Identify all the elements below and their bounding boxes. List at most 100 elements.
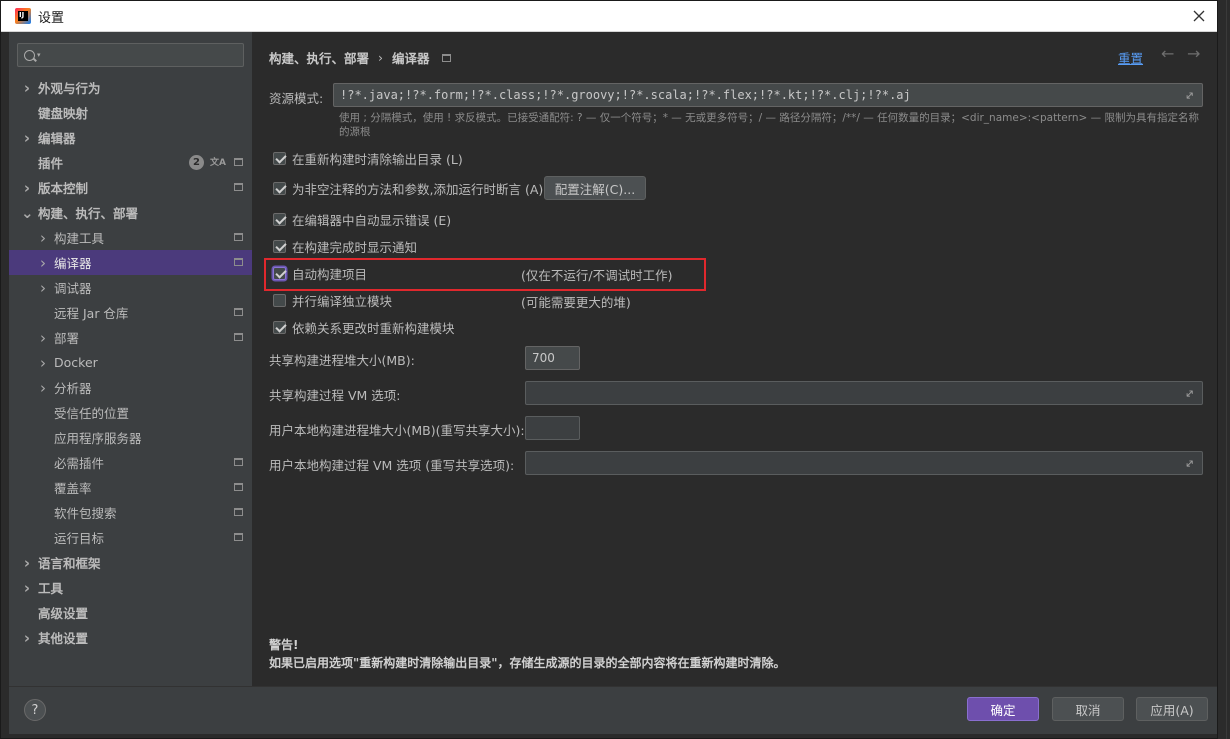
apply-button[interactable]: 应用(A) — [1136, 697, 1208, 721]
forward-arrow-icon[interactable]: → — [1187, 44, 1200, 63]
sidebar-item[interactable]: › 调试器 — [9, 275, 252, 300]
breadcrumb-parent[interactable]: 构建、执行、部署 — [269, 48, 369, 67]
vm-options-input[interactable] — [526, 382, 1202, 404]
user-heap-field[interactable] — [525, 416, 580, 440]
chevron-right-icon[interactable]: › — [21, 554, 33, 572]
chevron-right-icon[interactable]: › — [37, 279, 49, 297]
help-button[interactable]: ? — [24, 699, 46, 721]
user-vm-input[interactable] — [526, 452, 1202, 474]
project-scope-icon — [234, 183, 243, 191]
breadcrumb-separator: › — [378, 50, 384, 65]
chevron-right-icon[interactable]: › — [21, 579, 33, 597]
sidebar-item[interactable]: › 工具 — [9, 575, 252, 600]
add-assertions-option[interactable]: 为非空注释的方法和参数,添加运行时断言 (A) — [273, 178, 543, 198]
heap-size-input[interactable] — [526, 347, 579, 369]
sidebar-item[interactable]: 远程 Jar 仓库 — [9, 300, 252, 325]
ok-button[interactable]: 确定 — [967, 697, 1039, 721]
close-button[interactable] — [1187, 5, 1211, 27]
sidebar-item[interactable]: 应用程序服务器 — [9, 425, 252, 450]
sidebar-item[interactable]: › 语言和框架 — [9, 550, 252, 575]
clear-output-option[interactable]: 在重新构建时清除输出目录 (L) — [273, 148, 463, 168]
sidebar-item-label: 外观与行为 — [38, 81, 101, 96]
chevron-right-icon[interactable]: › — [37, 354, 49, 372]
show-notification-checkbox[interactable] — [273, 239, 286, 253]
sidebar-item-label: 语言和框架 — [38, 556, 101, 571]
sidebar-item[interactable]: › 外观与行为 — [9, 75, 252, 100]
project-scope-icon — [234, 308, 243, 316]
title-bar: IJ 设置 — [1, 1, 1217, 32]
sidebar-item[interactable]: › 分析器 — [9, 375, 252, 400]
sidebar-item[interactable]: › 部署 — [9, 325, 252, 350]
sidebar-item[interactable]: 必需插件 — [9, 450, 252, 475]
sidebar-item[interactable]: › 构建工具 — [9, 225, 252, 250]
search-dropdown-caret-icon[interactable]: ▾ — [37, 51, 41, 59]
parallel-compile-option[interactable]: 并行编译独立模块 — [273, 290, 392, 310]
vm-options-label: 共享构建过程 VM 选项: — [269, 388, 401, 403]
auto-build-label: 自动构建项目 — [292, 266, 368, 282]
breadcrumb-current: 编译器 — [392, 51, 430, 66]
vm-options-field[interactable]: ↔ — [525, 381, 1203, 405]
chevron-right-icon[interactable]: › — [21, 629, 33, 647]
chevron-right-icon[interactable]: › — [37, 254, 49, 272]
chevron-down-icon[interactable]: ⌄ — [21, 204, 34, 222]
search-input[interactable] — [46, 48, 243, 62]
project-scope-icon — [234, 508, 243, 516]
compiler-settings-panel: 构建、执行、部署 › 编译器 重置 ← → 资源模式: ↔ 使用 ; 分隔模式，… — [253, 32, 1217, 686]
auto-build-option[interactable]: 自动构建项目 — [273, 263, 367, 283]
project-scope-icon — [441, 53, 451, 62]
auto-show-errors-checkbox[interactable] — [273, 212, 286, 226]
sidebar-item[interactable]: › 其他设置 — [9, 625, 252, 650]
reset-link[interactable]: 重置 — [1118, 48, 1143, 67]
rebuild-on-deps-option[interactable]: 依赖关系更改时重新构建模块 — [273, 317, 455, 337]
sidebar-item-label: 版本控制 — [38, 181, 89, 196]
resource-patterns-hint: 使用 ; 分隔模式，使用 ! 求反模式。已接受通配符: ? — 仅一个符号；* … — [339, 112, 1200, 138]
add-assertions-checkbox[interactable] — [273, 181, 286, 195]
sidebar-item[interactable]: › 编辑器 — [9, 125, 252, 150]
show-notification-option[interactable]: 在构建完成时显示通知 — [273, 236, 417, 256]
sidebar-item-label: 编辑器 — [38, 131, 76, 146]
sidebar-item[interactable]: ⌄ 构建、执行、部署 — [9, 200, 252, 225]
add-assertions-label: 为非空注释的方法和参数,添加运行时断言 (A) — [292, 181, 544, 197]
background-divider — [1226, 0, 1227, 739]
sidebar-item-label: 构建、执行、部署 — [38, 206, 139, 221]
warning-text: 如果已启用选项"重新构建时清除输出目录"，存储生成源的目录的全部内容将在重新构建… — [269, 656, 786, 670]
sidebar-item[interactable]: 软件包搜索 — [9, 500, 252, 525]
sidebar-item[interactable]: 插件 2 文A — [9, 150, 252, 175]
sidebar-item-label: 调试器 — [54, 281, 92, 296]
sidebar-item-label: 应用程序服务器 — [54, 431, 142, 446]
sidebar-item[interactable]: 覆盖率 — [9, 475, 252, 500]
sidebar-item[interactable]: › 编译器 — [9, 250, 252, 275]
search-box[interactable]: ▾ — [17, 43, 244, 67]
chevron-right-icon[interactable]: › — [37, 329, 49, 347]
rebuild-on-deps-checkbox[interactable] — [273, 320, 286, 334]
auto-build-checkbox[interactable] — [273, 266, 286, 280]
user-vm-field[interactable]: ↔ — [525, 451, 1203, 475]
heap-size-field[interactable] — [525, 346, 580, 370]
resource-patterns-field[interactable]: ↔ — [333, 83, 1203, 107]
chevron-right-icon[interactable]: › — [37, 379, 49, 397]
resource-patterns-input[interactable] — [334, 84, 1202, 106]
sidebar-item[interactable]: 运行目标 — [9, 525, 252, 550]
chevron-right-icon[interactable]: › — [21, 129, 33, 147]
settings-sidebar: ▾ › 外观与行为键盘映射 › 编辑器插件 2 文A › 版本控制 ⌄ 构建、执行、部署 › 构建工具… — [9, 32, 252, 686]
sidebar-item-label: 运行目标 — [54, 531, 105, 546]
cancel-button[interactable]: 取消 — [1052, 697, 1124, 721]
warning-title: 警告! — [269, 638, 299, 652]
chevron-right-icon[interactable]: › — [21, 79, 33, 97]
sidebar-item[interactable]: › 版本控制 — [9, 175, 252, 200]
update-count-badge: 2 — [189, 155, 204, 170]
chevron-right-icon[interactable]: › — [37, 229, 49, 247]
parallel-compile-checkbox[interactable] — [273, 293, 286, 307]
sidebar-item[interactable]: 受信任的位置 — [9, 400, 252, 425]
clear-output-checkbox[interactable] — [273, 151, 286, 165]
configure-annotations-button[interactable]: 配置注解(C)... — [544, 176, 646, 200]
sidebar-item[interactable]: 高级设置 — [9, 600, 252, 625]
window-title: 设置 — [38, 10, 65, 26]
sidebar-item[interactable]: 键盘映射 — [9, 100, 252, 125]
chevron-right-icon[interactable]: › — [21, 179, 33, 197]
sidebar-item[interactable]: › Docker — [9, 350, 252, 375]
search-icon — [24, 49, 35, 61]
back-arrow-icon[interactable]: ← — [1161, 44, 1174, 63]
user-heap-input[interactable] — [526, 417, 579, 439]
auto-show-errors-option[interactable]: 在编辑器中自动显示错误 (E) — [273, 209, 451, 229]
